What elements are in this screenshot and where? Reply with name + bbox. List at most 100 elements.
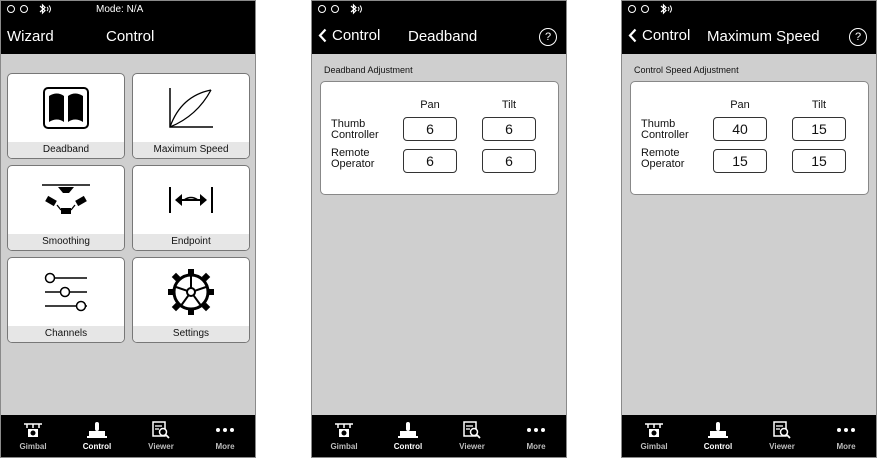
viewer-icon [463,421,481,439]
tab-control[interactable]: Control [376,415,440,457]
endpoint-tile[interactable]: Endpoint [132,165,250,251]
thumb-pan-field[interactable]: 6 [403,117,457,141]
sliders-icon [44,272,87,312]
wizard-button[interactable]: Wizard [7,28,54,45]
thumb-pan-field[interactable]: 40 [713,117,767,141]
more-icon [216,428,234,432]
help-button[interactable]: ? [539,28,557,46]
tab-label: More [836,442,856,451]
deadband-screen: Control Deadband ? Deadband Adjustment P… [311,0,567,458]
status-bar [312,1,566,18]
column-header-tilt: Tilt [811,99,827,111]
connection-dots [7,5,28,13]
smoothing-tile[interactable]: Smoothing [7,165,125,251]
endpoint-icon [169,187,213,213]
tile-label: Channels [8,326,124,342]
section-label: Control Speed Adjustment [634,65,739,75]
maximum-speed-tile[interactable]: Maximum Speed [132,73,250,159]
viewer-icon [152,421,170,439]
gear-icon [168,269,214,315]
back-button[interactable]: Control [628,27,690,44]
back-label: Control [642,27,691,44]
speed-curve-icon [169,88,213,128]
tab-label: Control [82,442,112,451]
tab-more[interactable]: More [193,415,255,457]
tab-label: Control [703,442,733,451]
joystick-icon [87,422,107,438]
tab-more[interactable]: More [814,415,876,457]
gimbal-icon [645,423,663,437]
joystick-icon [398,422,418,438]
tile-label: Maximum Speed [133,142,249,158]
gimbal-icon [335,423,353,437]
tile-label: Smoothing [8,234,124,250]
tab-viewer[interactable]: Viewer [750,415,814,457]
tab-label: Gimbal [640,442,668,451]
tab-more[interactable]: More [504,415,566,457]
tab-label: Viewer [459,442,485,451]
thumb-tilt-field[interactable]: 6 [482,117,536,141]
page-title: Maximum Speed [707,28,820,45]
remote-pan-field[interactable]: 6 [403,149,457,173]
thumb-tilt-field[interactable]: 15 [792,117,846,141]
tab-label: More [526,442,546,451]
back-label: Control [332,27,381,44]
row-label-remote-operator: Remote Operator [331,147,375,170]
chevron-left-icon [628,28,637,43]
viewer-icon [773,421,791,439]
tab-label: Control [393,442,423,451]
status-bar: Mode: N/A [1,1,255,18]
deadband-icon [43,87,89,129]
chevron-left-icon [318,28,327,43]
remote-tilt-field[interactable]: 15 [792,149,846,173]
channels-tile[interactable]: Channels [7,257,125,343]
tile-label: Endpoint [133,234,249,250]
bluetooth-icon [350,3,362,15]
connection-dots [628,5,649,13]
tab-gimbal[interactable]: Gimbal [1,415,65,457]
page-title: Deadband [408,28,478,45]
control-menu-screen: Mode: N/A Wizard Control Deadband Maximu… [0,0,256,458]
gimbal-icon [24,423,42,437]
adjustment-card: Pan Tilt Thumb Controller 40 15 Remote Ope… [630,81,869,195]
more-icon [527,428,545,432]
row-label-remote-operator: Remote Operator [641,147,685,170]
tab-label: More [215,442,235,451]
tab-viewer[interactable]: Viewer [129,415,193,457]
back-button[interactable]: Control [318,27,380,44]
more-icon [837,428,855,432]
tab-label: Viewer [148,442,174,451]
deadband-tile[interactable]: Deadband [7,73,125,159]
column-header-tilt: Tilt [501,99,517,111]
tile-label: Deadband [8,142,124,158]
tab-bar: Gimbal Control Viewer More [312,415,566,457]
mode-status: Mode: N/A [96,4,144,15]
tab-label: Viewer [769,442,795,451]
bluetooth-icon [39,3,51,15]
tab-control[interactable]: Control [65,415,129,457]
remote-tilt-field[interactable]: 6 [482,149,536,173]
page-title: Control [106,28,155,45]
tab-gimbal[interactable]: Gimbal [312,415,376,457]
help-button[interactable]: ? [849,28,867,46]
tile-label: Settings [133,326,249,342]
tab-label: Gimbal [330,442,358,451]
section-label: Deadband Adjustment [324,65,413,75]
tab-bar: Gimbal Control Viewer More [622,415,876,457]
nav-bar: Control Deadband ? [312,18,566,54]
connection-dots [318,5,339,13]
column-header-pan: Pan [730,99,750,111]
tab-viewer[interactable]: Viewer [440,415,504,457]
status-bar [622,1,876,18]
row-label-thumb-controller: Thumb Controller [641,118,689,141]
remote-pan-field[interactable]: 15 [713,149,767,173]
smoothing-icon [42,184,90,214]
tab-control[interactable]: Control [686,415,750,457]
nav-bar: Control Maximum Speed ? [622,18,876,54]
tab-gimbal[interactable]: Gimbal [622,415,686,457]
nav-bar: Wizard Control [1,18,255,54]
maximum-speed-screen: Control Maximum Speed ? Control Speed Ad… [621,0,877,458]
joystick-icon [708,422,728,438]
bluetooth-icon [660,3,672,15]
settings-tile[interactable]: Settings [132,257,250,343]
